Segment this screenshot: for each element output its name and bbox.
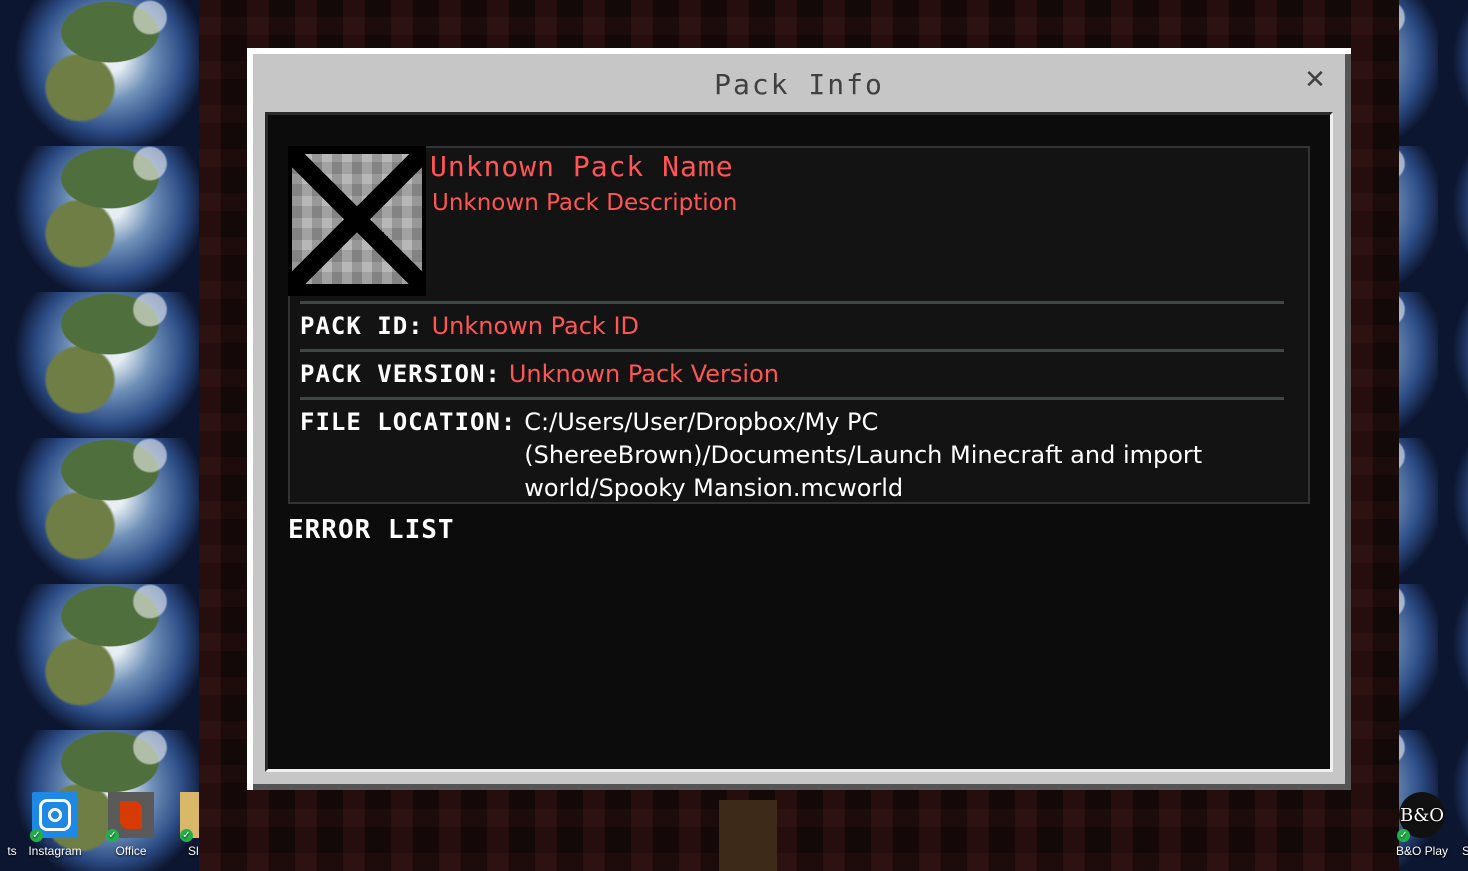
file-location-row: FILE LOCATION: C:/Users/User/Dropbox/My …	[300, 400, 1284, 511]
background-block	[719, 800, 777, 871]
missing-pack-texture-icon	[288, 146, 426, 296]
desktop-icon-office[interactable]: ✓ Office	[96, 792, 166, 858]
desktop-icon-label: Instagram	[28, 844, 82, 858]
pack-id-row: PACK ID: Unknown Pack ID	[300, 304, 1284, 352]
desktop-icon-partial-right[interactable]: S	[1460, 792, 1468, 858]
error-list-heading: ERROR LIST	[288, 515, 455, 545]
bang-olufsen-icon: B&O ✓	[1397, 792, 1445, 842]
close-icon: ✕	[1304, 65, 1326, 95]
dialog-title: Pack Info	[714, 68, 884, 101]
pack-version-value: Unknown Pack Version	[508, 360, 779, 388]
desktop-wallpaper-left	[0, 0, 199, 871]
pack-info-dialog: Pack Info ✕ Unknown Pack Name Unknown Pa…	[247, 48, 1351, 790]
dialog-content-panel: Unknown Pack Name Unknown Pack Descripti…	[265, 112, 1333, 772]
desktop-icon-label: B&O Play	[1395, 844, 1449, 858]
pack-details: PACK ID: Unknown Pack ID PACK VERSION: U…	[300, 301, 1284, 511]
pack-version-label: PACK VERSION:	[300, 360, 501, 388]
sync-check-icon: ✓	[106, 829, 119, 842]
desktop-icon-instagram[interactable]: ✓ Instagram	[20, 792, 90, 858]
desktop-wallpaper-right	[1398, 0, 1468, 871]
desktop-icon-label: ts	[7, 844, 17, 858]
desktop-icon-partial-middle[interactable]: ✓ Sl	[180, 792, 199, 858]
desktop-icon-label: Office	[115, 844, 147, 858]
desktop-icon-label: S	[1462, 844, 1468, 858]
file-location-value: C:/Users/User/Dropbox/My PC (ShereeBrown…	[524, 408, 1203, 502]
desktop-icon-label: Sl	[188, 844, 199, 858]
desktop-icon-bang-olufsen[interactable]: B&O ✓ B&O Play	[1387, 792, 1457, 858]
file-location-label: FILE LOCATION:	[300, 408, 517, 436]
screen: ts ✓ Instagram ✓ Office ✓ Sl B&O ✓ B&O P…	[0, 0, 1468, 871]
sync-check-icon: ✓	[1397, 829, 1410, 842]
pack-info-card: Unknown Pack Name Unknown Pack Descripti…	[288, 146, 1310, 504]
instagram-icon: ✓	[30, 792, 78, 842]
pack-version-row: PACK VERSION: Unknown Pack Version	[300, 352, 1284, 400]
pack-id-label: PACK ID:	[300, 312, 424, 340]
office-icon: ✓	[106, 792, 154, 842]
pack-name: Unknown Pack Name	[430, 150, 734, 183]
pack-id-value: Unknown Pack ID	[431, 312, 640, 340]
sync-check-icon: ✓	[180, 829, 193, 842]
pack-description: Unknown Pack Description	[432, 190, 738, 216]
close-button[interactable]: ✕	[1301, 66, 1329, 94]
sync-check-icon: ✓	[30, 829, 43, 842]
